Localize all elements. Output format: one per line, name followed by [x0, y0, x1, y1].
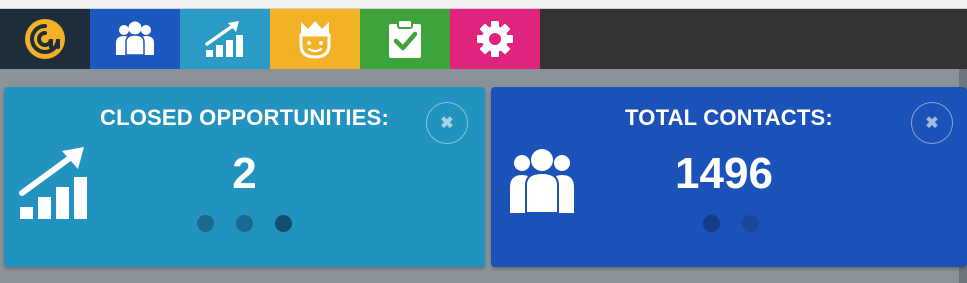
browser-top-edge — [0, 0, 967, 9]
nav-tile-settings[interactable] — [450, 9, 540, 69]
contacts-value: 1496 — [675, 149, 773, 198]
growth-chart-icon — [205, 21, 243, 57]
pager-dot-1[interactable] — [197, 215, 214, 232]
nav-tile-opportunities[interactable] — [180, 9, 270, 69]
total-contacts-panel: TOTAL CONTACTS: ✖ 1496 — [491, 87, 967, 267]
pager-dot-2[interactable] — [742, 215, 759, 232]
pager-dot-2[interactable] — [236, 215, 253, 232]
close-button[interactable]: ✖ — [426, 102, 468, 144]
opportunities-value: 2 — [232, 149, 257, 198]
clipboard-check-icon — [389, 19, 421, 58]
spiral-logo-icon — [25, 19, 65, 59]
users-icon — [116, 21, 154, 56]
close-icon: ✖ — [440, 115, 454, 132]
pager-dots — [703, 215, 759, 232]
close-icon: ✖ — [925, 115, 939, 132]
panel-title: TOTAL CONTACTS: — [625, 105, 833, 130]
gear-icon — [477, 21, 513, 57]
panel-title: CLOSED OPPORTUNITIES: — [100, 105, 389, 130]
nav-tile-leaders[interactable] — [270, 9, 360, 69]
pager-dot-3-active[interactable] — [275, 215, 292, 232]
nav-tile-logo[interactable] — [0, 9, 90, 69]
top-navbar — [0, 9, 967, 69]
close-button[interactable]: ✖ — [911, 102, 953, 144]
closed-opportunities-panel: CLOSED OPPORTUNITIES: ✖ 2 — [4, 87, 485, 267]
pager-dot-1-active[interactable] — [703, 215, 720, 232]
pager-dots — [197, 215, 292, 232]
nav-tile-tasks[interactable] — [360, 9, 450, 69]
crown-face-icon — [299, 21, 331, 59]
nav-tile-contacts[interactable] — [90, 9, 180, 69]
